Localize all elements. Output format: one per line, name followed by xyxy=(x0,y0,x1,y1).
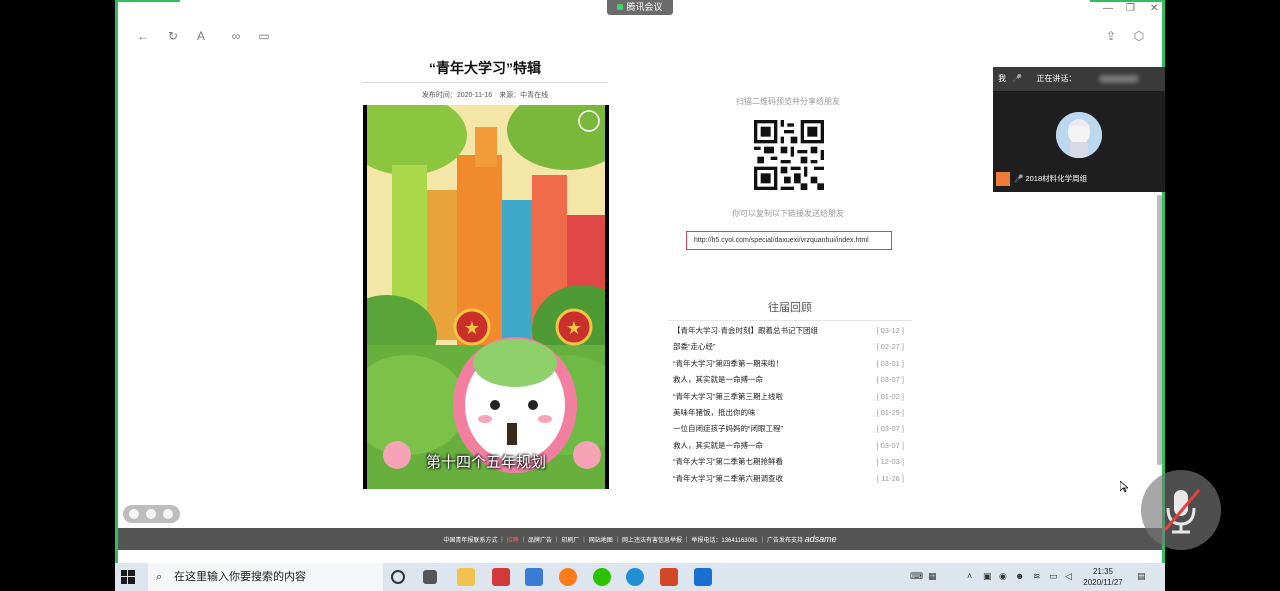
speaker-header: 我 🎤 正在讲话： xyxy=(993,67,1165,91)
site-footer: 中国青年报联系方式 ｜ 招聘 ｜ 品牌广告 ｜ 印刷厂 ｜ 网站地图 ｜ 网上违… xyxy=(118,528,1162,550)
scan-instruction: 扫描二维码预览并分享给朋友 xyxy=(736,97,840,106)
more-icon[interactable] xyxy=(163,509,173,519)
tray-app-icon[interactable]: ▣ xyxy=(983,571,992,582)
taskbar-search-box[interactable]: ⌕ 在这里输入你要搜索的内容 xyxy=(148,563,383,591)
speaker-name-blurred xyxy=(1098,74,1139,83)
mic-small-icon: 🎤 xyxy=(1014,174,1024,183)
list-item[interactable]: “青年大学习”第二季第六期调查收[ 11-26 ] xyxy=(668,471,912,487)
qr-code xyxy=(754,120,824,190)
top-edge-left xyxy=(118,0,180,2)
wechat-icon[interactable] xyxy=(593,568,611,586)
list-item[interactable]: 救人，其实就是一命搏一命[ 03-07 ] xyxy=(668,438,912,454)
mic-icon: 🎤 xyxy=(1012,74,1023,83)
list-item[interactable]: 救人，其实就是一命搏一命[ 03-07 ] xyxy=(668,372,912,388)
refresh-icon[interactable]: ↻ xyxy=(165,28,181,44)
avatar-image xyxy=(1056,112,1102,158)
meeting-video-panel[interactable]: 我 🎤 正在讲话： 🎤 2018材料化学周组 xyxy=(993,67,1165,192)
edge-icon[interactable] xyxy=(626,568,644,586)
windows-start-icon[interactable] xyxy=(121,570,135,584)
avatar xyxy=(1056,112,1102,158)
list-item[interactable]: 美味年猪饭，抵出你的味[ 01-29 ] xyxy=(668,405,912,421)
close-icon[interactable]: ✕ xyxy=(1150,3,1158,14)
task-view-icon[interactable] xyxy=(423,570,437,584)
wifi-icon[interactable]: ≋ xyxy=(1033,571,1041,582)
adsame-logo: adsame xyxy=(804,534,837,544)
copy-instruction: 你可以复制以下链接发送给朋友 xyxy=(732,209,844,218)
list-item[interactable]: 【青年大学习·青会时刻】跟着总书记下团组[ 03-12 ] xyxy=(668,323,912,339)
participant-label: 🎤 2018材料化学周组 xyxy=(996,172,1087,187)
share-border-left xyxy=(115,0,118,591)
user-icon xyxy=(996,172,1010,187)
link-icon[interactable]: ∞ xyxy=(228,28,244,44)
article-meta: 发布时间：2020-11-16 来源：中青在线 xyxy=(421,92,549,99)
notification-icon[interactable]: ▤ xyxy=(1137,571,1146,582)
list-item[interactable]: “青年大学习”第三季第三期上线啦[ 01-02 ] xyxy=(668,389,912,405)
mute-microphone-button[interactable] xyxy=(1141,470,1221,550)
tray-grid-icon[interactable]: ▦ xyxy=(928,571,937,582)
past-issues-heading: 往届回顾 xyxy=(668,299,912,321)
past-issues-list: 【青年大学习·青会时刻】跟着总书记下团组[ 03-12 ] 部委“走心经”[ 0… xyxy=(668,323,912,487)
windows-taskbar: ⌕ 在这里输入你要搜索的内容 ⌨ ▦ ˄ ▣ ◉ ☻ ≋ ▭ ◁ 21:35 2… xyxy=(115,563,1165,591)
browser-toolbar: ← ↻ A ∞ ▭ ⇪ ⬡ xyxy=(115,22,1165,50)
list-item[interactable]: “青年大学习”第二季第七期抢鲜看[ 12-03 ] xyxy=(668,454,912,470)
video-player[interactable]: ★ ★ 第十四个五年规划 xyxy=(363,105,609,489)
file-explorer-icon[interactable] xyxy=(457,568,475,586)
firefox-icon[interactable] xyxy=(559,568,577,586)
share-url-box[interactable]: http://h5.cyol.com/special/daxuexi/vrzqu… xyxy=(686,231,892,250)
tray-app3-icon[interactable]: ☻ xyxy=(1015,571,1024,581)
svg-text:★: ★ xyxy=(566,318,582,338)
page-tools-pill[interactable] xyxy=(123,505,180,523)
emoji-icon[interactable] xyxy=(129,509,139,519)
volume-icon[interactable]: ◁ xyxy=(1065,571,1072,582)
cortana-icon[interactable] xyxy=(391,570,405,584)
tray-app2-icon[interactable]: ◉ xyxy=(999,571,1007,582)
top-edge-right xyxy=(1090,0,1162,2)
minimize-icon[interactable]: — xyxy=(1103,3,1113,14)
app-blue-icon[interactable] xyxy=(694,568,712,586)
window-icon[interactable]: ▭ xyxy=(256,28,272,44)
mic-muted-icon xyxy=(1163,489,1201,534)
tray-chevron-icon[interactable]: ˄ xyxy=(967,571,972,581)
list-item[interactable]: “青年大学习”第四季第一期来啦！[ 03-01 ] xyxy=(668,356,912,372)
maximize-icon[interactable]: ❐ xyxy=(1126,3,1135,14)
meeting-indicator-tab[interactable]: 腾讯会议 xyxy=(607,0,673,15)
video-caption: 第十四个五年规划 xyxy=(425,454,546,471)
cube-icon[interactable]: ⬡ xyxy=(1131,28,1147,44)
font-icon[interactable]: A xyxy=(193,28,209,44)
search-icon: ⌕ xyxy=(156,571,163,583)
powerpoint-icon[interactable] xyxy=(660,568,678,586)
svg-text:★: ★ xyxy=(464,318,480,338)
signal-icon xyxy=(617,4,624,10)
battery-icon[interactable]: ▭ xyxy=(1049,571,1058,582)
video-frame-illustration: ★ ★ xyxy=(367,105,605,489)
list-item[interactable]: 一位自闭症孩子妈妈的“闭眼工程”[ 03-07 ] xyxy=(668,421,912,437)
store-icon[interactable] xyxy=(525,568,543,586)
share-icon[interactable]: ⇪ xyxy=(1103,28,1119,44)
mouse-cursor-icon xyxy=(1120,481,1128,493)
comment-icon[interactable] xyxy=(146,509,156,519)
screen: 腾讯会议 — ❐ ✕ ← ↻ A ∞ ▭ ⇪ ⬡ “青年大学习”特辑 发布时间：… xyxy=(0,0,1280,591)
article-title: “青年大学习”特辑 xyxy=(362,58,608,83)
back-icon[interactable]: ← xyxy=(135,28,151,44)
tray-keyboard-icon[interactable]: ⌨ xyxy=(910,571,923,582)
app-red-icon[interactable] xyxy=(492,568,510,586)
taskbar-clock[interactable]: 21:35 2020/11/27 xyxy=(1073,566,1133,588)
page-scrollbar[interactable] xyxy=(1157,195,1162,465)
list-item[interactable]: 部委“走心经”[ 02-27 ] xyxy=(668,339,912,355)
